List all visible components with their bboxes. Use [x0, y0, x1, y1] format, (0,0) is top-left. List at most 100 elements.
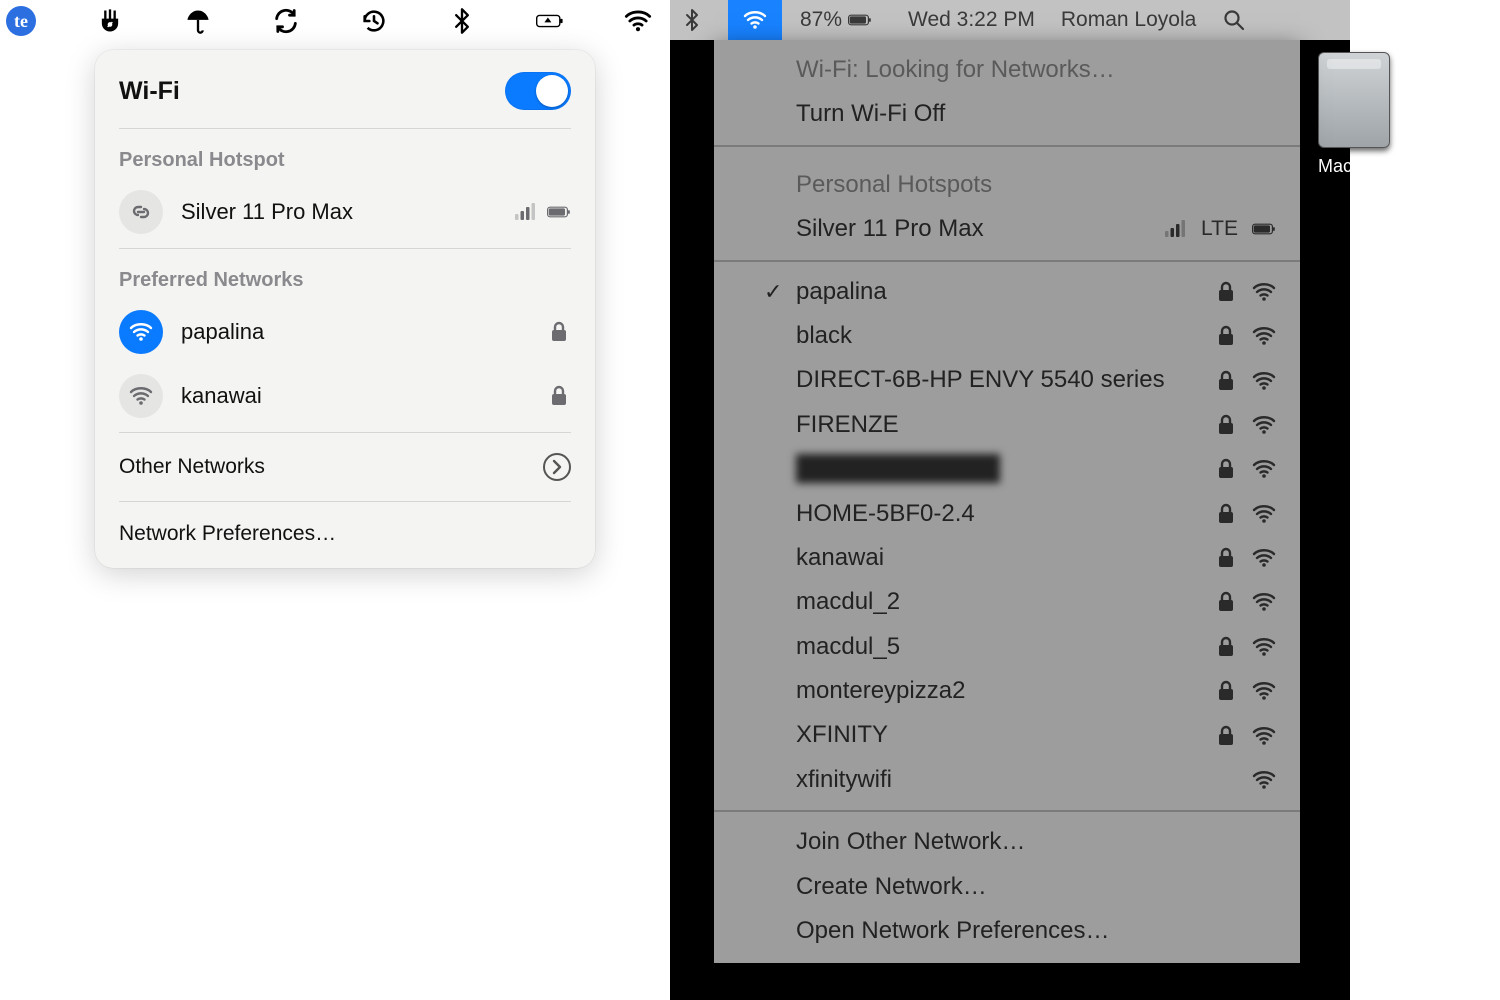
spotlight-icon[interactable] [1222, 8, 1246, 32]
hotspots-section-label: Personal Hotspots [714, 155, 1300, 207]
preferred-network-row[interactable]: kanawai [95, 364, 595, 428]
network-row[interactable]: FIRENZE [714, 403, 1300, 447]
wifi-title: Wi-Fi [119, 77, 180, 106]
drive-label: Macintosh HD [1318, 156, 1390, 177]
network-row[interactable]: macdul_5 [714, 625, 1300, 669]
timemachine-icon[interactable] [360, 3, 388, 39]
menubar-user[interactable]: Roman Loyola [1061, 8, 1196, 32]
network-row[interactable]: ✓ papalina [714, 270, 1300, 314]
network-name: XFINITY [796, 719, 888, 751]
create-network[interactable]: Create Network… [714, 865, 1300, 909]
network-row[interactable]: black [714, 314, 1300, 358]
wifi-popover: Wi-Fi Personal Hotspot Silver 11 Pro Max… [95, 50, 595, 568]
hotspot-name: Silver 11 Pro Max [181, 199, 495, 225]
wifi-signal-icon [1252, 324, 1276, 348]
network-name: DIRECT-6B-HP ENVY 5540 series [796, 364, 1165, 396]
battery-warning-icon[interactable] [536, 3, 564, 39]
app-te-icon[interactable]: te [6, 3, 36, 39]
wifi-signal-icon [1252, 413, 1276, 437]
network-name: kanawai [796, 542, 884, 574]
cellular-bars-icon [513, 200, 537, 224]
network-name: montereypizza2 [796, 675, 965, 707]
network-row[interactable]: ████████████ [714, 447, 1300, 491]
wifi-signal-icon [1252, 724, 1276, 748]
wifi-signal-icon [1252, 546, 1276, 570]
sync-icon[interactable] [272, 3, 300, 39]
network-name: HOME-5BF0-2.4 [796, 498, 975, 530]
network-row[interactable]: macdul_2 [714, 580, 1300, 624]
turn-wifi-off[interactable]: Turn Wi-Fi Off [714, 92, 1300, 136]
wifi-icon [119, 374, 163, 418]
left-menubar: te [0, 0, 670, 42]
other-networks-row[interactable]: Other Networks [95, 437, 595, 497]
wifi-toggle[interactable] [505, 72, 571, 110]
hotspot-section-label: Personal Hotspot [95, 133, 595, 180]
join-other-network[interactable]: Join Other Network… [714, 820, 1300, 864]
lte-label: LTE [1201, 215, 1238, 243]
wifi-signal-icon [1252, 679, 1276, 703]
checkmark-icon: ✓ [764, 277, 782, 307]
network-name: xfinitywifi [796, 764, 892, 796]
hotspot-name: Silver 11 Pro Max [796, 213, 984, 245]
lock-icon [1214, 546, 1238, 570]
battery-icon [1252, 217, 1276, 241]
hard-drive-icon [1318, 52, 1390, 148]
right-menubar: 87% Wed 3:22 PM Roman Loyola [670, 0, 1350, 40]
lock-icon [1214, 502, 1238, 526]
lock-icon [1214, 413, 1238, 437]
battery-status[interactable]: 87% [800, 8, 872, 32]
wifi-menubar-icon[interactable] [624, 3, 652, 39]
network-name: FIRENZE [796, 409, 899, 441]
network-name: kanawai [181, 383, 529, 409]
battery-percent: 87% [800, 8, 842, 32]
lock-icon [1214, 635, 1238, 659]
wifi-menubar-icon-selected[interactable] [728, 0, 782, 40]
lock-icon [1214, 324, 1238, 348]
lock-icon [1214, 590, 1238, 614]
wifi-signal-icon [1252, 768, 1276, 792]
lock-icon [1214, 280, 1238, 304]
network-row[interactable]: xfinitywifi [714, 758, 1300, 802]
lock-icon [547, 320, 571, 344]
network-row[interactable]: montereypizza2 [714, 669, 1300, 713]
menubar-clock[interactable]: Wed 3:22 PM [908, 8, 1035, 32]
lock-icon [1214, 457, 1238, 481]
network-row[interactable]: DIRECT-6B-HP ENVY 5540 series [714, 358, 1300, 402]
lock-icon [1214, 679, 1238, 703]
chevron-right-icon [543, 453, 571, 481]
network-row[interactable]: HOME-5BF0-2.4 [714, 492, 1300, 536]
open-network-preferences[interactable]: Open Network Preferences… [714, 909, 1300, 953]
hotspot-row[interactable]: Silver 11 Pro Max [95, 180, 595, 244]
umbrella-icon[interactable] [184, 3, 212, 39]
network-name: black [796, 320, 852, 352]
other-networks-label: Other Networks [119, 455, 265, 479]
hotspot-link-icon [119, 190, 163, 234]
network-name: ████████████ [796, 453, 1000, 485]
network-preferences-label: Network Preferences… [119, 522, 336, 546]
bluetooth-icon[interactable] [448, 3, 476, 39]
hotspot-row[interactable]: Silver 11 Pro Max LTE [714, 207, 1300, 251]
bluetooth-icon[interactable] [674, 8, 710, 32]
wifi-status-label: Wi-Fi: Looking for Networks… [714, 40, 1300, 92]
hamsa-icon[interactable] [96, 3, 124, 39]
network-preferences-row[interactable]: Network Preferences… [95, 506, 595, 562]
cellular-bars-icon [1163, 217, 1187, 241]
wifi-signal-icon [1252, 635, 1276, 659]
battery-icon [848, 8, 872, 32]
battery-icon [547, 200, 571, 224]
wifi-signal-icon [1252, 280, 1276, 304]
desktop-drive[interactable]: Macintosh HD [1318, 52, 1390, 177]
wifi-signal-icon [1252, 457, 1276, 481]
preferred-network-row[interactable]: papalina [95, 300, 595, 364]
network-name: papalina [181, 319, 529, 345]
wifi-signal-icon [1252, 590, 1276, 614]
network-name: papalina [796, 276, 887, 308]
wifi-signal-icon [1252, 369, 1276, 393]
network-row[interactable]: kanawai [714, 536, 1300, 580]
wifi-dropdown-menu: Wi-Fi: Looking for Networks… Turn Wi-Fi … [714, 40, 1300, 963]
preferred-section-label: Preferred Networks [95, 253, 595, 300]
lock-icon [1214, 369, 1238, 393]
network-row[interactable]: XFINITY [714, 713, 1300, 757]
network-name: macdul_5 [796, 631, 900, 663]
network-name: macdul_2 [796, 586, 900, 618]
